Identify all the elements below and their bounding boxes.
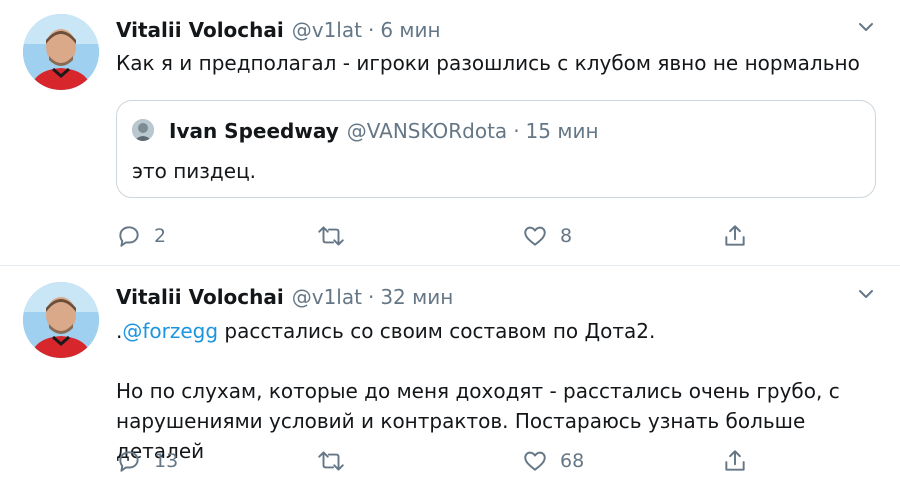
retweet-arrows-icon	[318, 451, 344, 471]
retweet-button[interactable]	[316, 222, 358, 250]
quoted-avatar[interactable]	[132, 119, 154, 141]
separator: ·	[513, 119, 520, 143]
author-handle[interactable]: @v1lat	[292, 18, 362, 42]
tweet-header: Vitalii Volochai @v1lat · 32 мин	[116, 285, 453, 313]
text-rest: расстались со своим составом по Дота2.	[218, 319, 656, 343]
tweet[interactable]: Vitalii Volochai @v1lat · 6 мин Как я и …	[0, 0, 900, 266]
quoted-text: это пиздец.	[132, 159, 257, 183]
like-button[interactable]: 68	[522, 447, 584, 475]
timestamp[interactable]: 6 мин	[380, 18, 440, 42]
avatar-photo	[23, 14, 99, 90]
separator: ·	[367, 18, 375, 42]
like-count: 8	[560, 225, 573, 247]
like-count: 68	[560, 450, 585, 472]
author-name[interactable]: Vitalii Volochai	[116, 18, 284, 42]
avatar[interactable]	[23, 14, 99, 90]
like-button[interactable]: 8	[522, 222, 572, 250]
avatar-photo	[23, 282, 99, 358]
heart-outline-icon	[524, 226, 546, 246]
action-bar: 13 68	[116, 447, 876, 475]
retweet-arrows-icon	[318, 226, 344, 246]
speech-bubble-icon	[119, 226, 139, 247]
chevron-down-icon	[859, 23, 873, 31]
retweet-button[interactable]	[316, 447, 358, 475]
tweet-header: Vitalii Volochai @v1lat · 6 мин	[116, 18, 441, 46]
quoted-timestamp[interactable]: 15 мин	[526, 119, 599, 143]
share-button[interactable]	[722, 222, 748, 250]
reply-button[interactable]: 13	[116, 447, 178, 475]
share-button[interactable]	[722, 447, 748, 475]
author-handle[interactable]: @v1lat	[292, 285, 362, 309]
reply-count: 13	[154, 450, 179, 472]
share-upload-icon	[725, 450, 745, 471]
reply-button[interactable]: 2	[116, 222, 166, 250]
quoted-tweet[interactable]: Ivan Speedway @VANSKORdota · 15 мин это …	[116, 100, 876, 198]
speech-bubble-icon	[119, 451, 139, 472]
more-menu-button[interactable]	[856, 284, 876, 304]
quoted-header: Ivan Speedway @VANSKORdota · 15 мин	[169, 119, 599, 143]
reply-count: 2	[154, 225, 167, 247]
heart-outline-icon	[524, 451, 546, 471]
more-menu-button[interactable]	[856, 17, 876, 37]
tweet[interactable]: Vitalii Volochai @v1lat · 32 мин .@forze…	[0, 266, 900, 491]
share-upload-icon	[725, 225, 745, 246]
mention-link[interactable]: @forzegg	[122, 319, 218, 343]
quoted-avatar-photo	[132, 119, 154, 141]
chevron-down-icon	[859, 290, 873, 298]
action-bar: 2 8	[116, 222, 876, 250]
avatar[interactable]	[23, 282, 99, 358]
timestamp[interactable]: 32 мин	[380, 285, 453, 309]
tweet-paragraph: .@forzegg расстались со своим составом п…	[116, 316, 876, 346]
quoted-author-name[interactable]: Ivan Speedway	[169, 119, 339, 143]
quoted-author-handle[interactable]: @VANSKORdota	[347, 119, 507, 143]
tweet-text: Как я и предполагал - игроки разошлись с…	[116, 51, 860, 75]
separator: ·	[367, 285, 375, 309]
tweet-text: .@forzegg расстались со своим составом п…	[116, 316, 876, 466]
author-name[interactable]: Vitalii Volochai	[116, 285, 284, 309]
